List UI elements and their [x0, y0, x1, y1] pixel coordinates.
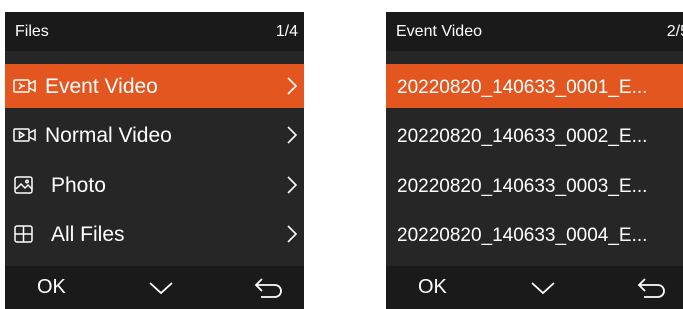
chevron-right-icon	[286, 76, 298, 96]
normal-video-icon	[13, 125, 36, 145]
file-name: 20220820_140633_0001_E...	[397, 77, 648, 98]
file-row[interactable]: 20220820_140633_0004_E...	[386, 212, 683, 256]
ok-button[interactable]: OK	[418, 275, 447, 299]
menu-item-normal-video[interactable]: Normal Video	[5, 113, 304, 157]
photo-icon	[13, 175, 35, 195]
event-video-header: Event Video 2/5	[386, 12, 683, 51]
chevron-right-icon	[286, 224, 298, 244]
chevron-down-icon[interactable]	[530, 280, 556, 296]
menu-item-event-video[interactable]: Event Video	[5, 64, 304, 108]
menu-item-label: Photo	[51, 174, 106, 197]
page-indicator: 2/5	[666, 23, 683, 40]
file-row[interactable]: 20220820_140633_0001_E...	[386, 64, 683, 108]
event-video-icon	[13, 76, 36, 96]
back-icon[interactable]	[253, 276, 285, 300]
softkey-bar: OK	[386, 266, 683, 309]
page-title: Files	[15, 23, 49, 40]
files-header: Files 1/4	[5, 12, 304, 51]
file-row[interactable]: 20220820_140633_0003_E...	[386, 163, 683, 207]
chevron-down-icon[interactable]	[148, 280, 174, 296]
ok-button[interactable]: OK	[37, 275, 66, 299]
files-menu-screen: Files 1/4 Event Video Normal Video Photo…	[5, 12, 304, 309]
back-icon[interactable]	[636, 276, 668, 300]
menu-item-label: All Files	[51, 223, 125, 246]
menu-item-all-files[interactable]: All Files	[5, 212, 304, 256]
softkey-bar: OK	[5, 266, 304, 309]
file-name: 20220820_140633_0004_E...	[397, 225, 648, 246]
all-files-icon	[13, 224, 35, 244]
file-name: 20220820_140633_0002_E...	[397, 126, 648, 147]
menu-item-photo[interactable]: Photo	[5, 163, 304, 207]
chevron-right-icon	[286, 125, 298, 145]
chevron-right-icon	[286, 175, 298, 195]
menu-item-label: Event Video	[45, 75, 158, 98]
file-row[interactable]: 20220820_140633_0002_E...	[386, 113, 683, 157]
event-video-screen: Event Video 2/5 20220820_140633_0001_E..…	[386, 12, 683, 309]
menu-item-label: Normal Video	[45, 124, 172, 147]
page-indicator: 1/4	[275, 23, 298, 40]
file-name: 20220820_140633_0003_E...	[397, 176, 648, 197]
page-title: Event Video	[396, 23, 482, 40]
